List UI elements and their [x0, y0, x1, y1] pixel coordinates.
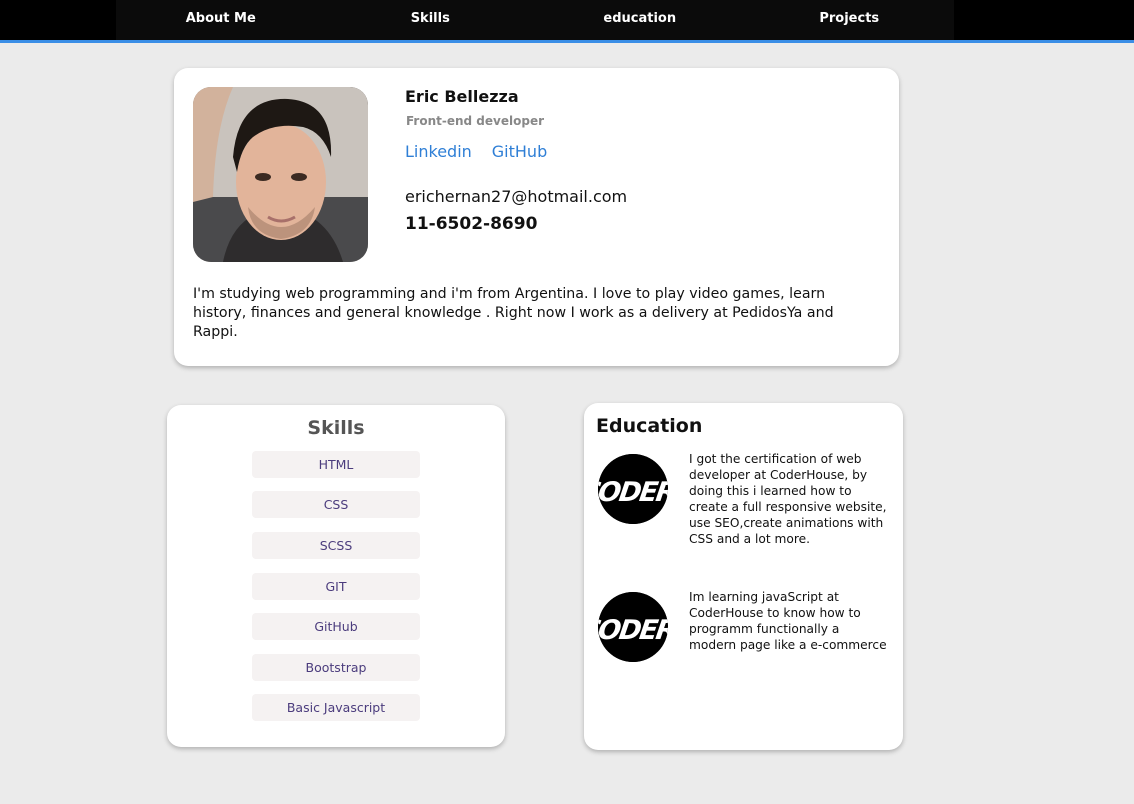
skill-item: SCSS — [252, 532, 420, 559]
linkedin-link[interactable]: Linkedin — [405, 142, 472, 161]
coderhouse-logo: CODER — [598, 454, 668, 524]
coder-logo-text: CODER — [598, 615, 668, 646]
top-navbar: About Me Skills education Projects — [0, 0, 1134, 43]
skill-item: GIT — [252, 573, 420, 600]
coderhouse-logo: CODER — [598, 592, 668, 662]
avatar — [193, 87, 368, 262]
skill-item: Bootstrap — [252, 654, 420, 681]
nav-education[interactable]: education — [535, 0, 745, 40]
skills-title: Skills — [307, 417, 365, 439]
education-text: Im learning javaScript at CoderHouse to … — [689, 590, 887, 652]
profile-links: Linkedin GitHub — [405, 142, 547, 161]
skill-item: CSS — [252, 491, 420, 518]
education-card: Education CODER I got the certification … — [584, 403, 903, 750]
skills-card: Skills HTML CSS SCSS GIT GitHub Bootstra… — [167, 405, 505, 747]
nav-projects[interactable]: Projects — [745, 0, 955, 40]
profile-bio: I'm studying web programming and i'm fro… — [193, 286, 834, 340]
profile-name: Eric Bellezza — [405, 87, 519, 106]
education-title: Education — [596, 415, 703, 437]
profile-phone: 11-6502-8690 — [405, 214, 538, 234]
coder-logo-text: CODER — [598, 477, 668, 508]
profile-email: erichernan27@hotmail.com — [405, 187, 628, 206]
profile-role: Front-end developer — [406, 114, 544, 128]
profile-card: Eric Bellezza Front-end developer Linked… — [174, 68, 899, 366]
main-nav: About Me Skills education Projects — [116, 0, 954, 40]
skill-item: GitHub — [252, 613, 420, 640]
profile-photo — [193, 87, 368, 262]
nav-skills[interactable]: Skills — [326, 0, 536, 40]
github-link[interactable]: GitHub — [492, 142, 547, 161]
skill-item: Basic Javascript — [252, 694, 420, 721]
education-text: I got the certification of web developer… — [689, 452, 887, 546]
nav-about-me[interactable]: About Me — [116, 0, 326, 40]
skill-item: HTML — [252, 451, 420, 478]
